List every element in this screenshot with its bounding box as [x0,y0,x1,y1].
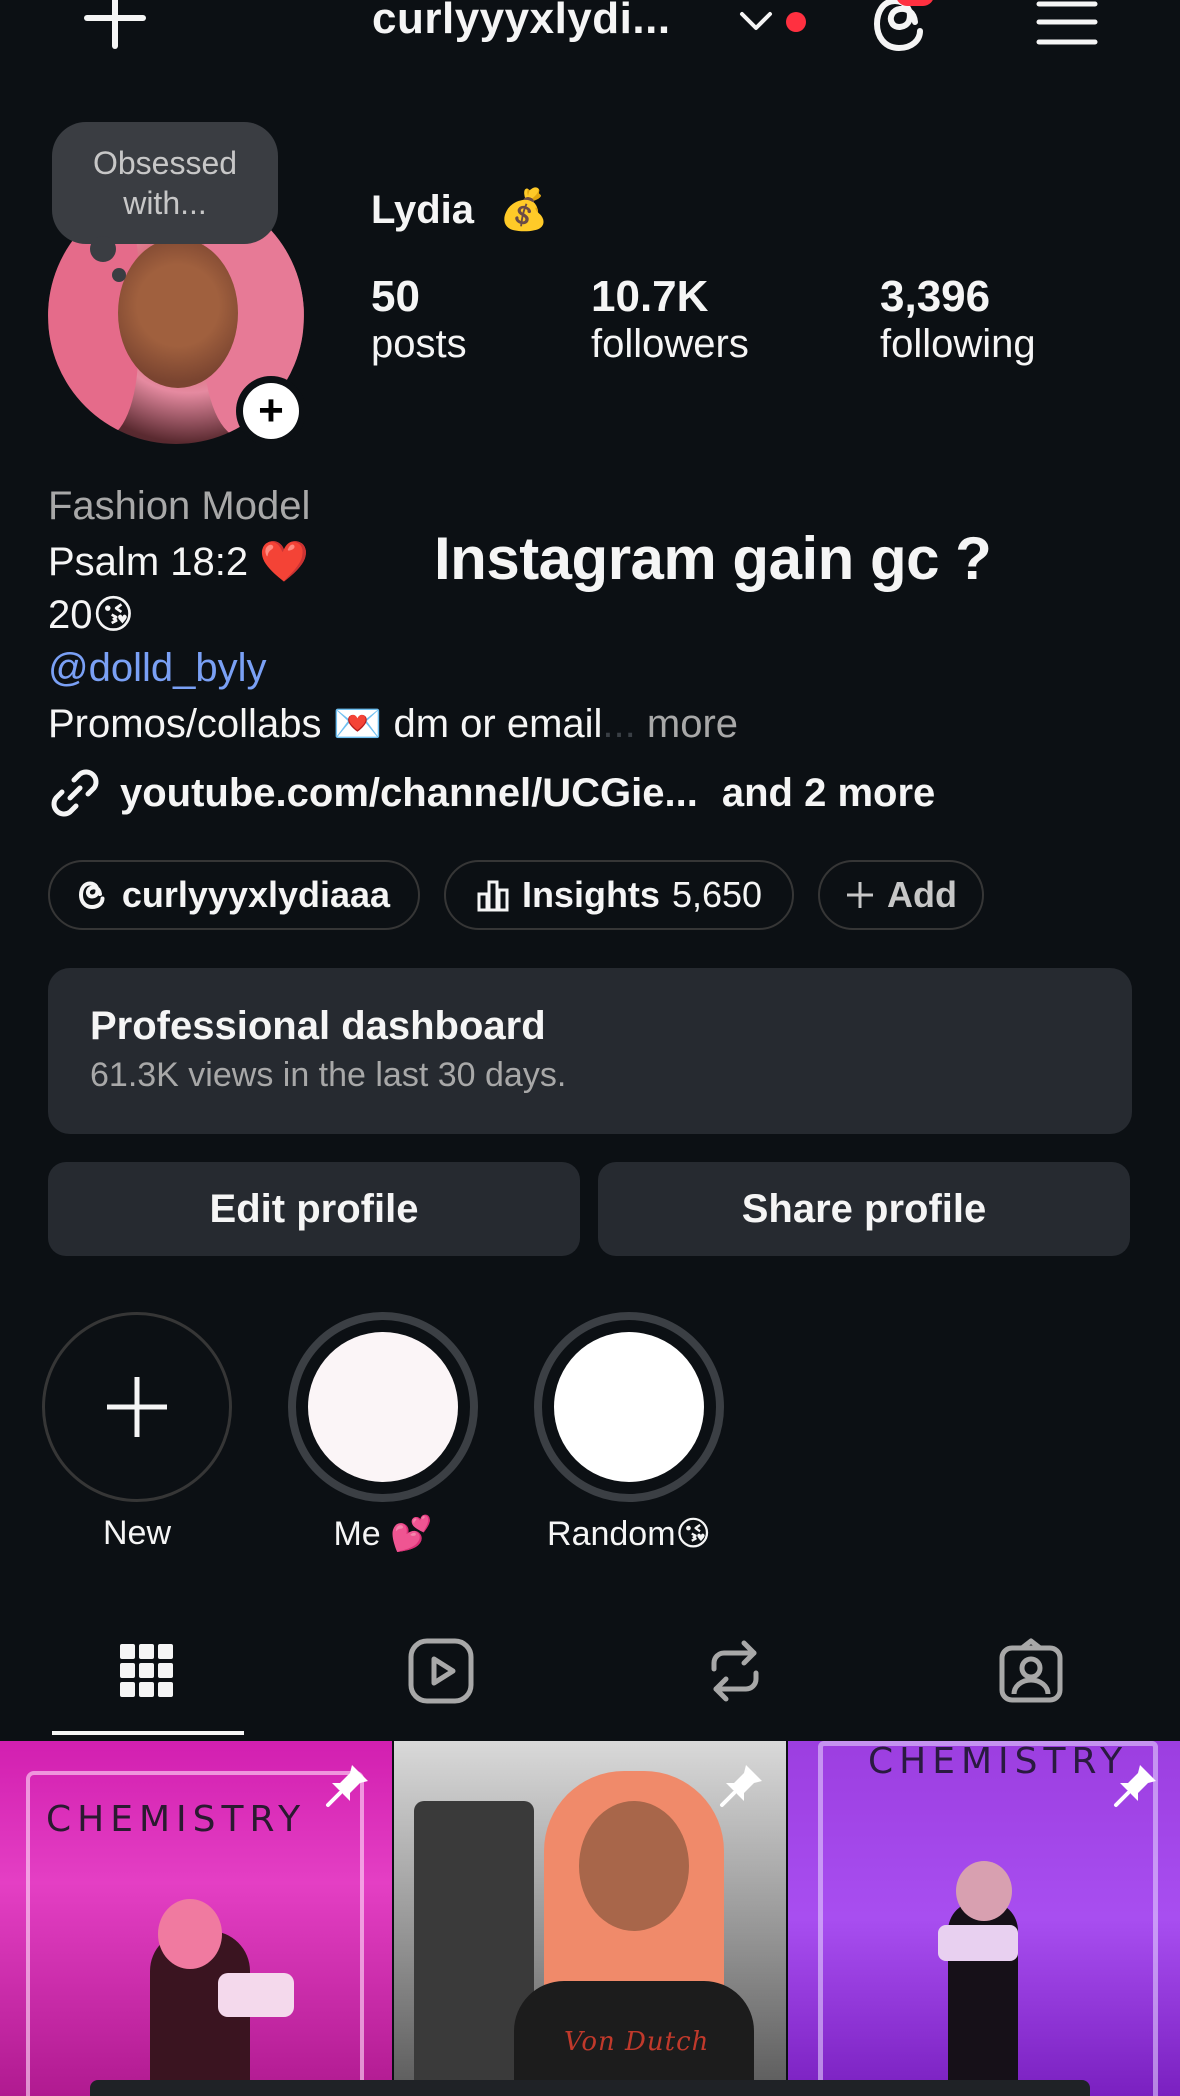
link-icon [51,769,99,817]
profile-note[interactable]: Obsessed with... [52,122,278,244]
stat-value: 50 [371,272,420,321]
stat-posts[interactable]: 50 posts [371,272,467,367]
note-tail [112,268,126,282]
create-button[interactable] [80,0,150,50]
highlight-me[interactable] [288,1312,478,1502]
note-line: with... [123,185,207,221]
threads-icon [78,881,105,910]
post-thumbnail[interactable]: Von Dutch [394,1741,786,2096]
post-thumbnail[interactable]: CHEMISTRY [788,1741,1180,2096]
note-tail [90,236,116,262]
stat-following[interactable]: 3,396 following [880,272,1036,367]
pin-icon [1114,1765,1156,1807]
bio-line: 20😘 [48,593,135,637]
highlight-random[interactable] [534,1312,724,1502]
reposts-icon [711,1640,759,1702]
threads-icon [873,0,923,52]
pin-icon [720,1765,762,1807]
tab-reels[interactable] [406,1636,476,1706]
stat-label: posts [371,322,467,366]
overlay-caption: Instagram gain gc ? [434,525,992,592]
stat-label: following [880,322,1036,366]
edit-profile-button[interactable]: Edit profile [48,1162,580,1256]
note-line: Obsessed [92,145,238,181]
bio-link-more[interactable]: and 2 more [722,771,935,816]
bio-mention-link[interactable]: @dolld_byly [48,646,267,691]
insights-value: 5,650 [671,874,763,915]
grid-icon [120,1644,173,1697]
bio-link[interactable]: youtube.com/channel/UCGie... [120,771,698,816]
insights-label: Insights [521,874,660,915]
tagged-icon [999,1638,1063,1703]
dashboard-subtitle: 61.3K views in the last 30 days. [90,1056,567,1094]
dashboard-title: Professional dashboard [90,1004,546,1048]
highlight-cover [308,1332,458,1482]
new-highlight-button[interactable] [42,1312,232,1502]
menu-button[interactable] [1032,0,1102,50]
highlight-label: Me 💕 [333,1515,433,1553]
display-name: Lydia 💰 [371,188,549,232]
bio-more-button[interactable]: more [647,702,738,746]
highlight-cover [554,1332,704,1482]
post-thumbnail[interactable]: CHEMISTRY [0,1741,392,2096]
bio-line: Psalm 18:2 ❤️ [48,540,310,584]
hamburger-menu-icon [1036,1,1098,45]
reels-icon [408,1638,474,1704]
share-profile-button[interactable]: Share profile [598,1162,1130,1256]
plus-icon [107,1377,167,1437]
account-username[interactable]: curlyyyxlydi... [372,0,671,44]
plus-icon [84,0,146,49]
bar-chart-icon [477,880,509,912]
active-tab-indicator [52,1731,244,1735]
threads-button[interactable] [868,0,938,58]
threads-handle-pill[interactable]: curlyyyxlydiaaa [48,860,420,930]
plus-icon: + [243,383,299,439]
account-switch-button[interactable] [736,6,776,36]
tab-posts-grid[interactable] [112,1636,182,1706]
add-pill[interactable]: Add [818,860,984,930]
pin-icon [326,1765,368,1807]
professional-dashboard[interactable]: Professional dashboard 61.3K views in th… [48,968,1132,1134]
post-caption: CHEMISTRY [46,1799,307,1840]
plus-icon [847,882,873,908]
post-caption: CHEMISTRY [868,1741,1129,1782]
stat-value: 3,396 [880,272,991,321]
money-bag-emoji: 💰 [499,188,549,232]
bio-line: Promos/collabs 💌 dm or email... more [48,702,739,746]
stat-label: followers [591,322,749,366]
add-story-button[interactable]: + [236,376,306,446]
notification-dot [786,12,806,32]
highlight-label: New [102,1514,172,1552]
stat-followers[interactable]: 10.7K followers [591,272,749,367]
bio-category: Fashion Model [48,484,311,528]
bio-links[interactable]: youtube.com/channel/UCGie... and 2 more [48,766,935,820]
highlight-label: Random😘 [547,1515,711,1553]
tab-reposts[interactable] [700,1636,770,1706]
insights-pill[interactable]: Insights 5,650 [444,860,794,930]
threads-handle: curlyyyxlydiaaa [121,874,391,915]
post-caption: Von Dutch [564,2027,710,2057]
add-label: Add [887,874,957,915]
stat-value: 10.7K [591,272,709,321]
chevron-down-icon [740,12,772,30]
tab-tagged[interactable] [996,1636,1066,1706]
home-indicator [90,2080,1090,2096]
